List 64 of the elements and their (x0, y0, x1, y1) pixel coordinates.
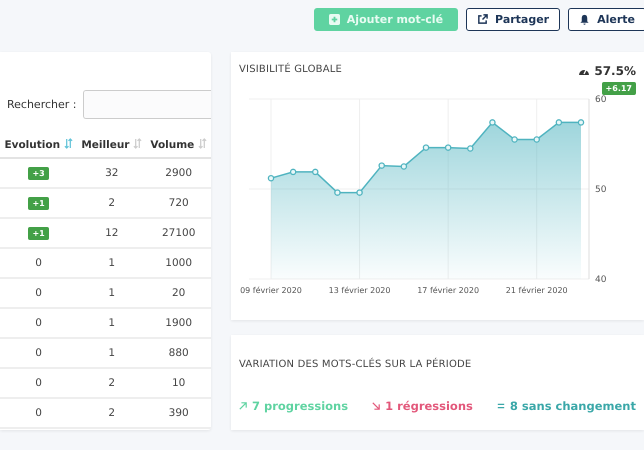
evolution-badge: +1 (28, 227, 49, 240)
column-header[interactable]: Meilleur (77, 131, 146, 158)
table-cell: 880 (168, 347, 189, 359)
data-point (290, 168, 296, 176)
table-cell: 2 (108, 407, 116, 419)
bell-icon (579, 14, 590, 25)
x-tick-label: 13 février 2020 (328, 286, 390, 295)
change-badge: +6.17 (602, 82, 636, 95)
data-point (312, 168, 319, 176)
table-cell: 10 (172, 377, 186, 389)
table-cell: 2900 (165, 167, 192, 179)
table-cell: 0 (35, 377, 42, 389)
y-tick-label: 60 (595, 95, 606, 105)
table-cell: 0 (35, 407, 42, 419)
x-tick-label: 09 février 2020 (240, 286, 302, 295)
share-icon (477, 14, 488, 25)
data-point (467, 145, 474, 152)
stat-label: 7 progressions (252, 399, 348, 413)
x-tick-label: 21 février 2020 (506, 286, 568, 295)
toolbar-button[interactable]: Alerte (568, 8, 644, 31)
table-cell: 1 (108, 257, 116, 269)
table-cell: 1000 (165, 257, 192, 269)
data-point (422, 144, 430, 151)
x-tick-label: 17 février 2020 (417, 286, 480, 295)
stat-label: 8 sans changement (510, 399, 636, 413)
data-point (511, 136, 518, 143)
y-tick-label: 50 (595, 185, 606, 195)
card-title: VARIATION DES MOTS-CLÉS SUR LA PÉRIODE (239, 359, 472, 370)
data-point (578, 119, 584, 126)
column-header[interactable]: Volume (146, 131, 211, 158)
search-field[interactable] (82, 90, 211, 119)
card-title: VISIBILITÉ GLOBALE (239, 64, 342, 77)
toolbar-button[interactable]: Partager (466, 8, 560, 31)
data-point (400, 163, 408, 170)
table-cell: 27100 (162, 227, 196, 239)
table-cell: 0 (35, 317, 42, 329)
table-cell: 0 (35, 257, 42, 269)
table-cell: 2 (108, 197, 116, 209)
table-cell: 20 (172, 287, 186, 299)
table-cell: 390 (168, 407, 189, 419)
data-point (489, 119, 496, 126)
data-point (556, 119, 562, 126)
plus-square-icon (328, 14, 340, 25)
sort-icon (198, 138, 207, 148)
table-cell: 0 (35, 287, 42, 299)
evolution-badge: +3 (28, 167, 49, 180)
visibility-value: 57.5% (594, 64, 636, 78)
table-cell: 1 (108, 287, 116, 299)
table-cell: 32 (105, 167, 118, 179)
stat-label: 1 régressions (385, 399, 473, 413)
search-label: Rechercher : (7, 98, 76, 111)
table-cell: 1 (108, 347, 116, 359)
data-point (378, 162, 385, 169)
table-cell: 0 (35, 347, 42, 359)
table-cell: 12 (105, 227, 118, 239)
table-cell: 1 (108, 317, 116, 329)
table-cell: 2 (108, 377, 116, 389)
evolution-badge: +1 (28, 197, 49, 210)
column-header[interactable]: Evolution (0, 131, 78, 158)
table-cell: 1900 (165, 317, 192, 329)
sort-icon (133, 138, 142, 148)
table-cell: 720 (168, 197, 189, 209)
sort-active-icon (64, 138, 73, 148)
y-tick-label: 40 (595, 275, 606, 285)
